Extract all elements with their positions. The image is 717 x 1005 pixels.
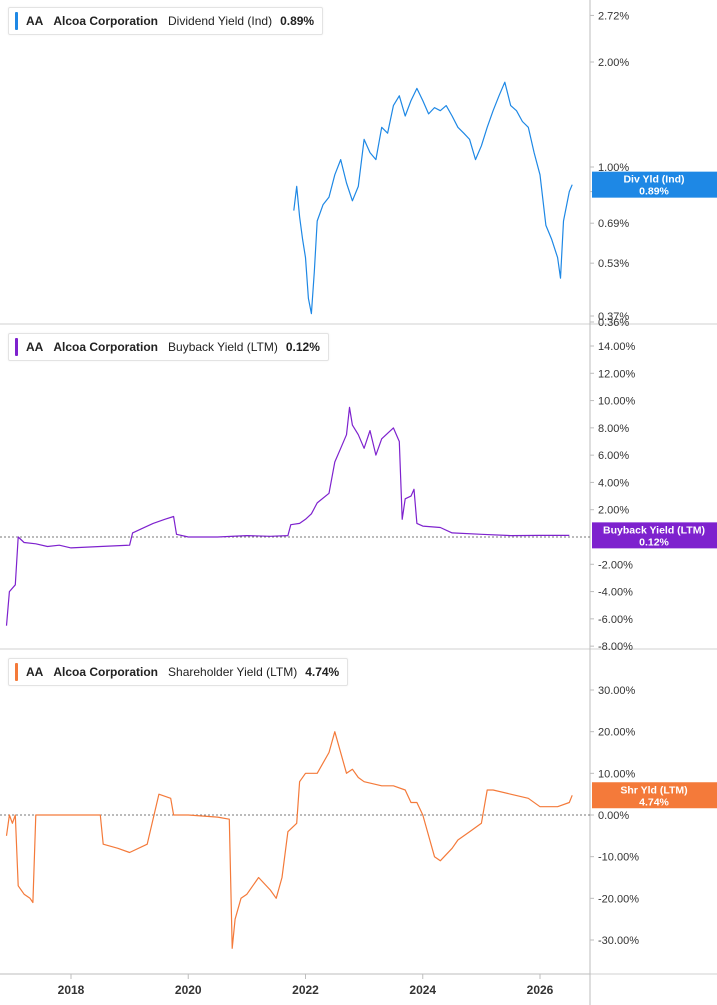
legend-value: 0.89% xyxy=(280,14,315,28)
value-tag-value: 4.74% xyxy=(639,796,669,808)
legend-metric: Dividend Yield (Ind) xyxy=(168,14,273,28)
x-tick-label: 2024 xyxy=(409,983,436,997)
y-tick-label: -30.00% xyxy=(598,935,639,947)
x-tick-label: 2020 xyxy=(175,983,202,997)
series-line-buyback xyxy=(5,406,570,626)
y-tick-label: 2.00% xyxy=(598,505,629,517)
y-tick-label: -8.00% xyxy=(598,641,633,653)
y-tick-label: 8.00% xyxy=(598,423,629,435)
legend-value: 0.12% xyxy=(285,340,320,354)
y-tick-label: 2.72% xyxy=(598,10,629,22)
legend-swatch xyxy=(15,663,18,681)
y-tick-label: -10.00% xyxy=(598,852,639,864)
legend-ticker: AA xyxy=(26,14,44,28)
value-tag-value: 0.12% xyxy=(639,536,669,548)
legend-metric: Buyback Yield (LTM) xyxy=(168,340,278,354)
y-tick-label: 4.00% xyxy=(598,477,629,489)
x-tick-label: 2026 xyxy=(527,983,554,997)
axes-layer: 2.72%2.00%1.00%0.85%0.69%0.53%0.37%0.36%… xyxy=(0,0,717,1005)
y-tick-label: -2.00% xyxy=(598,559,633,571)
series-line-shareholder xyxy=(5,731,573,949)
legend-ticker: AA xyxy=(26,340,44,354)
y-tick-label: 2.00% xyxy=(598,57,629,69)
series-layer xyxy=(5,81,573,949)
y-tick-label: 10.00% xyxy=(598,396,636,408)
value-tag-label: Div Yld (Ind) xyxy=(623,174,684,186)
y-tick-label: 14.00% xyxy=(598,341,636,353)
legend-dividend[interactable]: AA Alcoa Corporation Dividend Yield (Ind… xyxy=(8,7,324,35)
series-line-dividend xyxy=(293,81,573,315)
legend-ticker: AA xyxy=(26,665,44,679)
y-tick-label: 6.00% xyxy=(598,450,629,462)
y-tick-label: 0.69% xyxy=(598,218,629,230)
y-tick-label: 0.36% xyxy=(598,317,629,329)
legend-buyback[interactable]: AA Alcoa Corporation Buyback Yield (LTM)… xyxy=(8,333,329,361)
y-tick-label: 20.00% xyxy=(598,727,636,739)
legend-swatch xyxy=(15,12,18,30)
y-tick-label: 0.00% xyxy=(598,810,629,822)
legend-company: Alcoa Corporation xyxy=(53,665,159,679)
y-tick-label: 30.00% xyxy=(598,685,636,697)
x-tick-label: 2018 xyxy=(58,983,85,997)
value-tag-label: Shr Yld (LTM) xyxy=(620,784,687,796)
legend-company: Alcoa Corporation xyxy=(53,14,159,28)
x-tick-label: 2022 xyxy=(292,983,319,997)
legend-company: Alcoa Corporation xyxy=(53,340,159,354)
legend-shareholder[interactable]: AA Alcoa Corporation Shareholder Yield (… xyxy=(8,658,349,686)
y-tick-label: -4.00% xyxy=(598,587,633,599)
y-tick-label: -20.00% xyxy=(598,893,639,905)
y-tick-label: 12.00% xyxy=(598,368,636,380)
y-tick-label: 10.00% xyxy=(598,768,636,780)
legend-metric: Shareholder Yield (LTM) xyxy=(168,665,298,679)
value-tag-label: Buyback Yield (LTM) xyxy=(603,524,705,536)
legend-swatch xyxy=(15,338,18,356)
legend-value: 4.74% xyxy=(305,665,340,679)
y-tick-label: 0.53% xyxy=(598,258,629,270)
value-tag-value: 0.89% xyxy=(639,186,669,198)
y-tick-label: -6.00% xyxy=(598,614,633,626)
chart-canvas: 2.72%2.00%1.00%0.85%0.69%0.53%0.37%0.36%… xyxy=(0,0,717,1005)
